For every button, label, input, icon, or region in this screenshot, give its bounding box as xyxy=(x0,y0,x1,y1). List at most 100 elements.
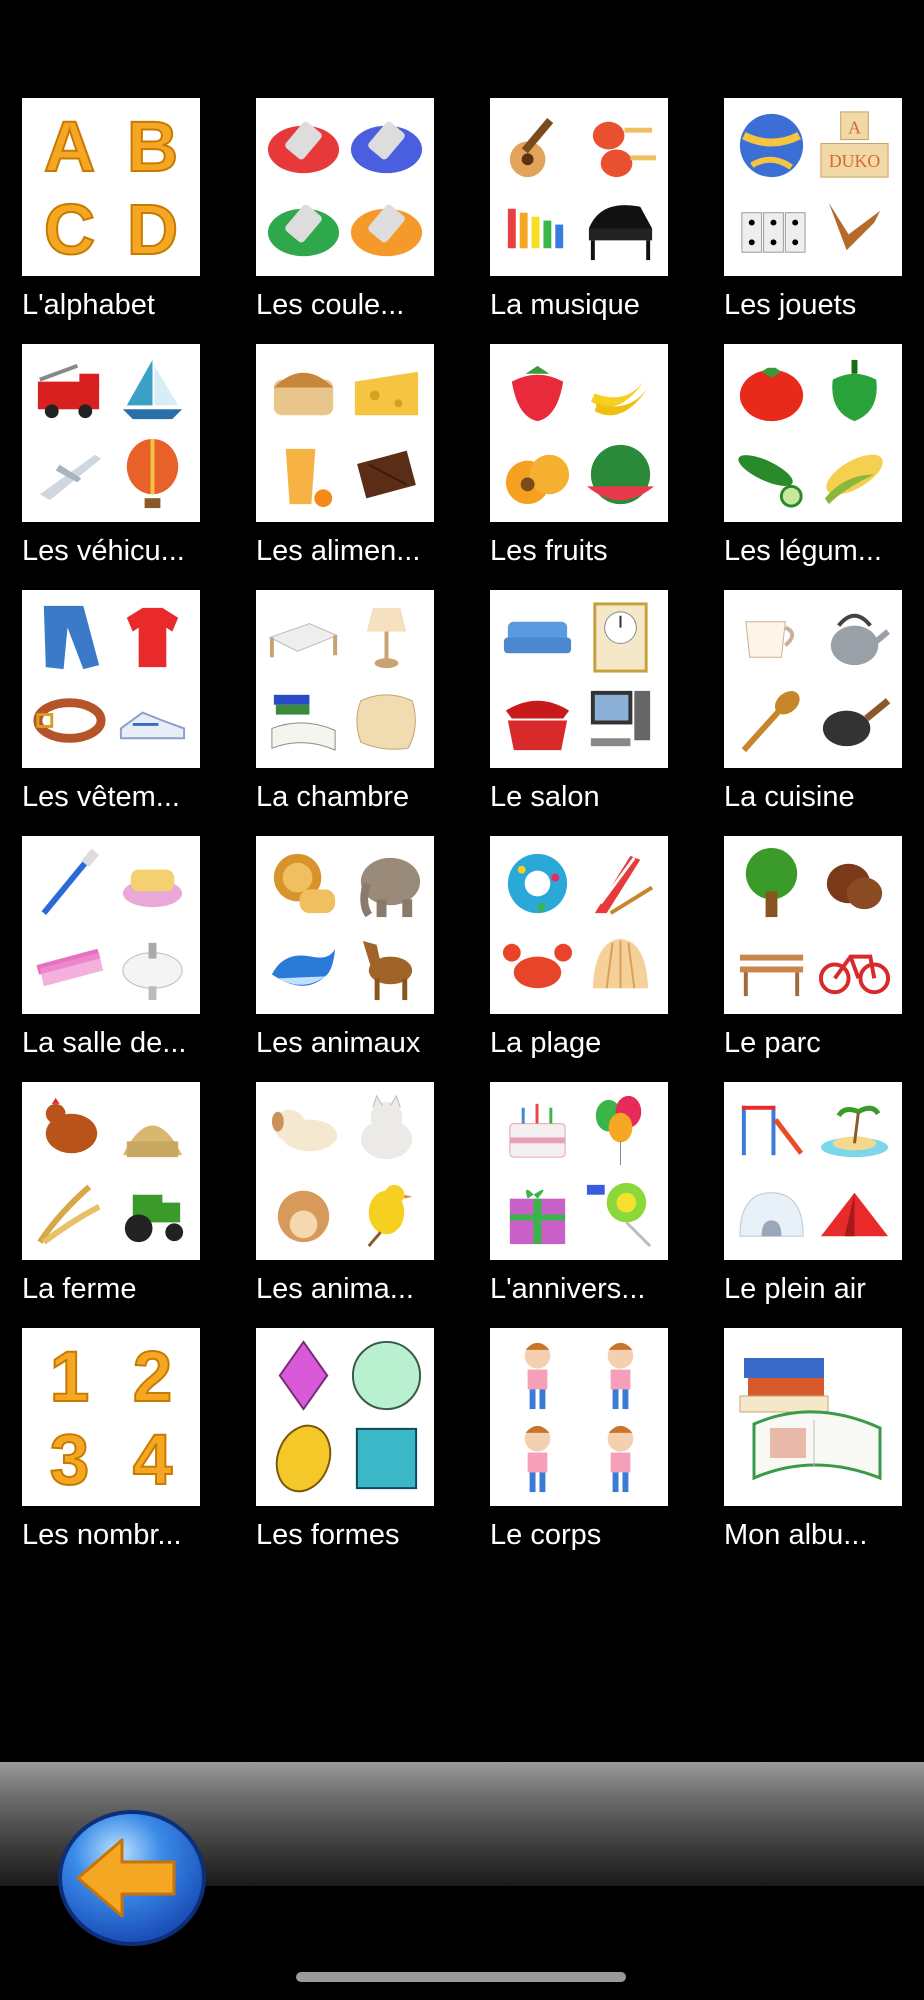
category-colors[interactable]: Les coule... xyxy=(256,98,434,344)
category-label: La chambre xyxy=(256,781,410,813)
category-label: Les alimen... xyxy=(256,535,421,567)
category-bedroom[interactable]: La chambre xyxy=(256,590,434,836)
number-1-icon: 1 xyxy=(49,1337,91,1415)
category-label: La ferme xyxy=(22,1273,137,1305)
canary-icon xyxy=(367,1184,413,1248)
category-vegetables[interactable]: Les légum... xyxy=(724,344,902,590)
girl-icon xyxy=(607,1425,634,1493)
letter-c-icon: C xyxy=(43,190,96,268)
deck-chair-icon xyxy=(594,855,654,915)
category-label: L'annivers... xyxy=(490,1273,646,1305)
strawberry-icon xyxy=(511,365,564,422)
ball-icon xyxy=(739,113,804,178)
category-label: Les légum... xyxy=(724,535,882,567)
category-vehicles[interactable]: Les véhicu... xyxy=(22,344,200,590)
category-label: La plage xyxy=(490,1027,602,1059)
category-label: Les nombr... xyxy=(22,1519,182,1551)
category-thumbnail xyxy=(256,344,434,522)
gift-icon xyxy=(509,1189,566,1245)
tomato-icon xyxy=(739,367,804,422)
category-numbers[interactable]: 1 2 3 4 Les nombr... xyxy=(22,1328,200,1574)
bench-icon xyxy=(739,954,804,997)
category-living-room[interactable]: Le salon xyxy=(490,590,668,836)
category-outdoors[interactable]: Le plein air xyxy=(724,1082,902,1328)
oval-shape-icon xyxy=(275,1424,332,1493)
dominoes-icon xyxy=(741,212,806,253)
cup-icon xyxy=(745,621,795,658)
category-label: L'alphabet xyxy=(22,289,155,321)
category-animals[interactable]: Les animaux xyxy=(256,836,434,1082)
swim-ring-icon xyxy=(507,853,568,914)
wooden-spoon-icon xyxy=(741,691,800,753)
category-shapes[interactable]: Les formes xyxy=(256,1328,434,1574)
category-thumbnail xyxy=(490,1082,668,1260)
diamond-shape-icon xyxy=(278,1340,329,1411)
category-thumbnail: A DUKO xyxy=(724,98,902,276)
balloons-icon xyxy=(595,1095,642,1166)
category-thumbnail xyxy=(256,590,434,768)
bicycle-icon xyxy=(818,954,891,995)
category-thumbnail xyxy=(490,836,668,1014)
category-body[interactable]: Le corps xyxy=(490,1328,668,1574)
category-thumbnail xyxy=(256,98,434,276)
banana-icon xyxy=(590,371,653,416)
category-kitchen[interactable]: La cuisine xyxy=(724,590,902,836)
category-label: Mon albu... xyxy=(724,1519,868,1551)
hen-icon xyxy=(45,1097,98,1154)
category-thumbnail xyxy=(490,344,668,522)
category-label: Les anima... xyxy=(256,1273,414,1305)
cat-icon xyxy=(360,1094,413,1160)
tractor-icon xyxy=(124,1194,184,1243)
svg-text:C: C xyxy=(44,191,95,268)
category-my-album[interactable]: Mon albu... xyxy=(724,1328,902,1574)
blue-paint-tube-icon xyxy=(350,121,423,174)
category-thumbnail xyxy=(490,98,668,276)
category-thumbnail xyxy=(724,344,902,522)
category-park[interactable]: Le parc xyxy=(724,836,902,1082)
girl-icon xyxy=(524,1342,551,1410)
svg-text:A: A xyxy=(44,108,95,185)
computer-icon xyxy=(590,690,651,747)
category-thumbnail: 1 2 3 4 xyxy=(22,1328,200,1506)
comb-icon xyxy=(36,948,104,987)
hot-air-balloon-icon xyxy=(126,438,179,509)
category-toys[interactable]: A DUKO Les jouets xyxy=(724,98,902,344)
category-alphabet[interactable]: A B C D L'alphabet xyxy=(22,98,200,344)
clock-icon xyxy=(593,602,648,673)
category-label: Le plein air xyxy=(724,1273,866,1305)
pillow-icon xyxy=(356,694,416,750)
hamster-icon xyxy=(277,1190,330,1243)
hay-bale-icon xyxy=(122,1125,183,1158)
back-button[interactable] xyxy=(56,1808,208,1948)
soap-icon xyxy=(122,869,183,908)
toothbrush-icon xyxy=(41,848,100,916)
category-music[interactable]: La musique xyxy=(490,98,668,344)
category-fruits[interactable]: Les fruits xyxy=(490,344,668,590)
frying-pan-icon xyxy=(822,698,891,747)
igloo-icon xyxy=(739,1192,804,1237)
category-birthday[interactable]: L'annivers... xyxy=(490,1082,668,1328)
svg-text:B: B xyxy=(127,108,178,185)
number-4-icon: 4 xyxy=(132,1420,174,1498)
sailboat-icon xyxy=(122,359,183,420)
seashell-icon xyxy=(592,938,649,989)
category-label: La salle de... xyxy=(22,1027,187,1059)
orange-paint-tube-icon xyxy=(350,204,423,257)
svg-text:4: 4 xyxy=(133,1421,173,1498)
elephant-icon xyxy=(360,857,421,918)
category-pets[interactable]: Les anima... xyxy=(256,1082,434,1328)
category-thumbnail xyxy=(490,1328,668,1506)
category-food[interactable]: Les alimen... xyxy=(256,344,434,590)
lamp-icon xyxy=(366,607,407,669)
category-clothes[interactable]: Les vêtem... xyxy=(22,590,200,836)
category-bathroom[interactable]: La salle de... xyxy=(22,836,200,1082)
cucumber-icon xyxy=(738,455,803,508)
blocks-icon: A DUKO xyxy=(820,111,889,178)
corn-icon xyxy=(824,454,883,505)
category-beach[interactable]: La plage xyxy=(490,836,668,1082)
sofa-icon xyxy=(503,621,572,654)
category-farm[interactable]: La ferme xyxy=(22,1082,200,1328)
guitar-icon xyxy=(509,117,554,178)
category-label: La musique xyxy=(490,289,640,321)
bread-icon xyxy=(273,372,334,416)
